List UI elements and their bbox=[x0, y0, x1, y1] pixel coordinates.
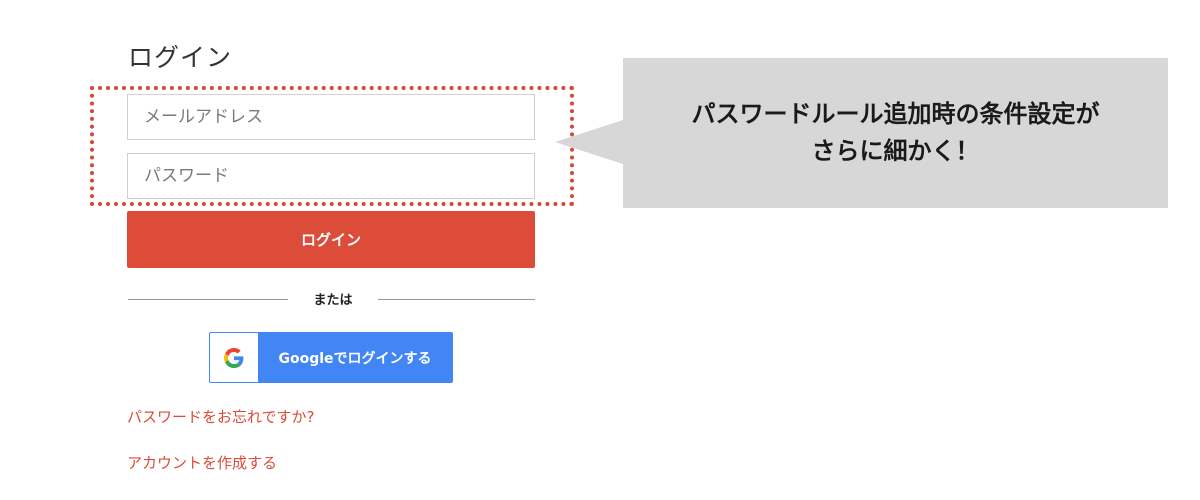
email-field[interactable] bbox=[127, 94, 535, 140]
google-button-label: Googleでログインする bbox=[278, 350, 432, 367]
divider-line-right bbox=[378, 299, 535, 300]
forgot-password-link[interactable]: パスワードをお忘れですか? bbox=[127, 406, 315, 427]
divider-text: または bbox=[313, 293, 353, 308]
password-field[interactable] bbox=[127, 153, 535, 199]
create-account-link[interactable]: アカウントを作成する bbox=[127, 452, 277, 473]
divider-line-left bbox=[128, 299, 288, 300]
login-button[interactable]: ログイン bbox=[127, 211, 535, 268]
callout-tail bbox=[555, 120, 623, 164]
callout-box: パスワードルール追加時の条件設定が さらに細かく！ bbox=[623, 58, 1168, 208]
google-login-button[interactable]: Googleでログインする bbox=[209, 332, 453, 383]
callout-line-1: パスワードルール追加時の条件設定が bbox=[691, 99, 1100, 128]
google-icon-container bbox=[210, 333, 258, 382]
google-g-icon bbox=[224, 347, 244, 368]
callout-line-2: さらに細かく！ bbox=[811, 137, 980, 165]
page-title: ログイン bbox=[128, 43, 233, 72]
